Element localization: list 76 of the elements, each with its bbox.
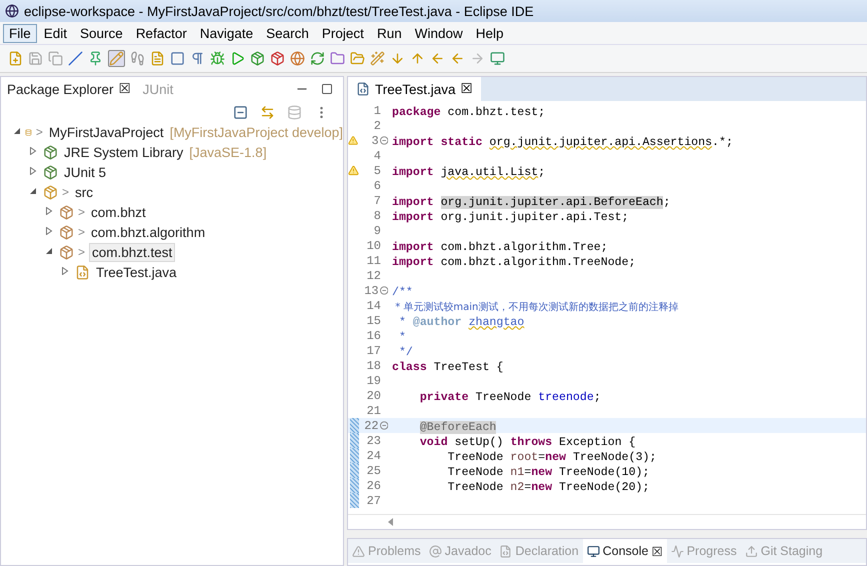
code-line: * @author zhangtao [398, 314, 524, 328]
line-number: 13 [363, 284, 379, 298]
line-number: 23 [366, 434, 381, 448]
menu-item[interactable]: Refactor [130, 24, 193, 42]
menu-item[interactable]: File [3, 24, 37, 42]
code-line: TreeNode root=new TreeNode(3); [446, 450, 656, 464]
line-number: 14 [366, 298, 381, 312]
tree-item[interactable]: TreeTest.java [94, 264, 179, 280]
tree-item[interactable]: JRE System Library [62, 144, 186, 160]
code-line: TreeNode n1=new TreeNode(10); [446, 464, 650, 478]
menu-item[interactable]: Help [470, 24, 510, 42]
code-line: import org.junit.jupiter.api.Test; [392, 210, 629, 224]
code-line: * [398, 330, 406, 344]
line-number: 12 [366, 268, 381, 282]
close-icon[interactable]: ☒ [118, 81, 131, 97]
code-line: void setUp() throws Exception { [418, 434, 636, 448]
window-title: eclipse-workspace - MyFirstJavaProject/src/com/bhzt/test/TreeTest.java - Eclipse IDE [24, 4, 534, 18]
menu-item[interactable]: Navigate [194, 24, 260, 42]
git-change-marker: > [36, 125, 43, 139]
line-number: 3 [370, 134, 379, 148]
tree-item[interactable]: com.bhzt [89, 204, 148, 220]
code-line: import static org.junit.jupiter.api.Assertions.*; [392, 134, 733, 148]
menu-item[interactable]: Project [316, 24, 370, 42]
menu-item[interactable]: Run [370, 24, 408, 42]
line-number: 26 [366, 478, 381, 492]
code-line: package com.bhzt.test; [392, 104, 546, 118]
line-number: 2 [372, 118, 381, 132]
line-number: 19 [366, 374, 381, 388]
git-change-marker: > [78, 225, 86, 239]
code-line: TreeNode n2=new TreeNode(20); [446, 480, 650, 494]
line-number: 27 [366, 494, 381, 508]
code-line: import com.bhzt.algorithm.Tree; [392, 240, 608, 254]
menu-item[interactable]: Search [260, 24, 315, 42]
line-number: 7 [372, 194, 381, 208]
line-number: 6 [372, 178, 381, 192]
tree-item[interactable]: com.bhzt.test [89, 242, 176, 262]
line-number: 24 [366, 448, 381, 462]
editor-tab[interactable]: TreeTest.java ☒ [348, 77, 481, 101]
line-number: 20 [366, 388, 381, 402]
git-change-marker: > [78, 245, 86, 259]
menu-item[interactable]: Source [74, 24, 129, 42]
line-number: 8 [372, 208, 381, 222]
line-number: 9 [372, 224, 381, 238]
code-line: class TreeTest { [392, 360, 504, 374]
menu-item[interactable]: Window [408, 24, 469, 42]
line-number: 15 [366, 314, 381, 328]
tree-item[interactable]: MyFirstJavaProject [46, 124, 166, 140]
line-number: 11 [366, 254, 381, 268]
line-number: 21 [366, 404, 381, 418]
line-number: 17 [366, 344, 381, 358]
tree-item-decoration: [JavaSE-1.8] [189, 144, 267, 160]
line-number: 16 [366, 328, 381, 342]
line-number: 18 [366, 358, 381, 372]
git-change-marker: > [78, 205, 86, 219]
menu-item[interactable]: Edit [38, 24, 74, 42]
close-icon[interactable]: ☒ [460, 81, 473, 97]
line-number: 10 [366, 238, 381, 252]
line-number: 22 [363, 418, 379, 432]
line-number: 1 [372, 104, 381, 118]
code-line: private TreeNode treenode; [418, 390, 601, 404]
close-icon[interactable]: ☒ [651, 544, 663, 558]
view-tab[interactable]: Console ☒ [582, 539, 667, 563]
code-line: import org.junit.jupiter.api.BeforeEach; [392, 194, 670, 208]
line-number: 5 [372, 164, 381, 178]
code-line: import java.util.List; [392, 164, 546, 178]
line-number: 25 [366, 464, 381, 478]
tree-item[interactable]: src [73, 184, 96, 200]
code-line: */ [398, 344, 413, 358]
code-line: * 单元测试较main测试，不用每次测试新的数据把之前的注释掉 [394, 300, 678, 314]
git-change-marker: > [62, 185, 70, 199]
tree-item-decoration: [MyFirstJavaProject develop] [170, 124, 343, 140]
code-line: import com.bhzt.algorithm.TreeNode; [392, 254, 636, 268]
line-number: 4 [372, 148, 381, 162]
tree-item[interactable]: JUnit 5 [62, 164, 108, 180]
tree-item[interactable]: com.bhzt.algorithm [89, 224, 208, 240]
code-line: /** [392, 284, 413, 298]
